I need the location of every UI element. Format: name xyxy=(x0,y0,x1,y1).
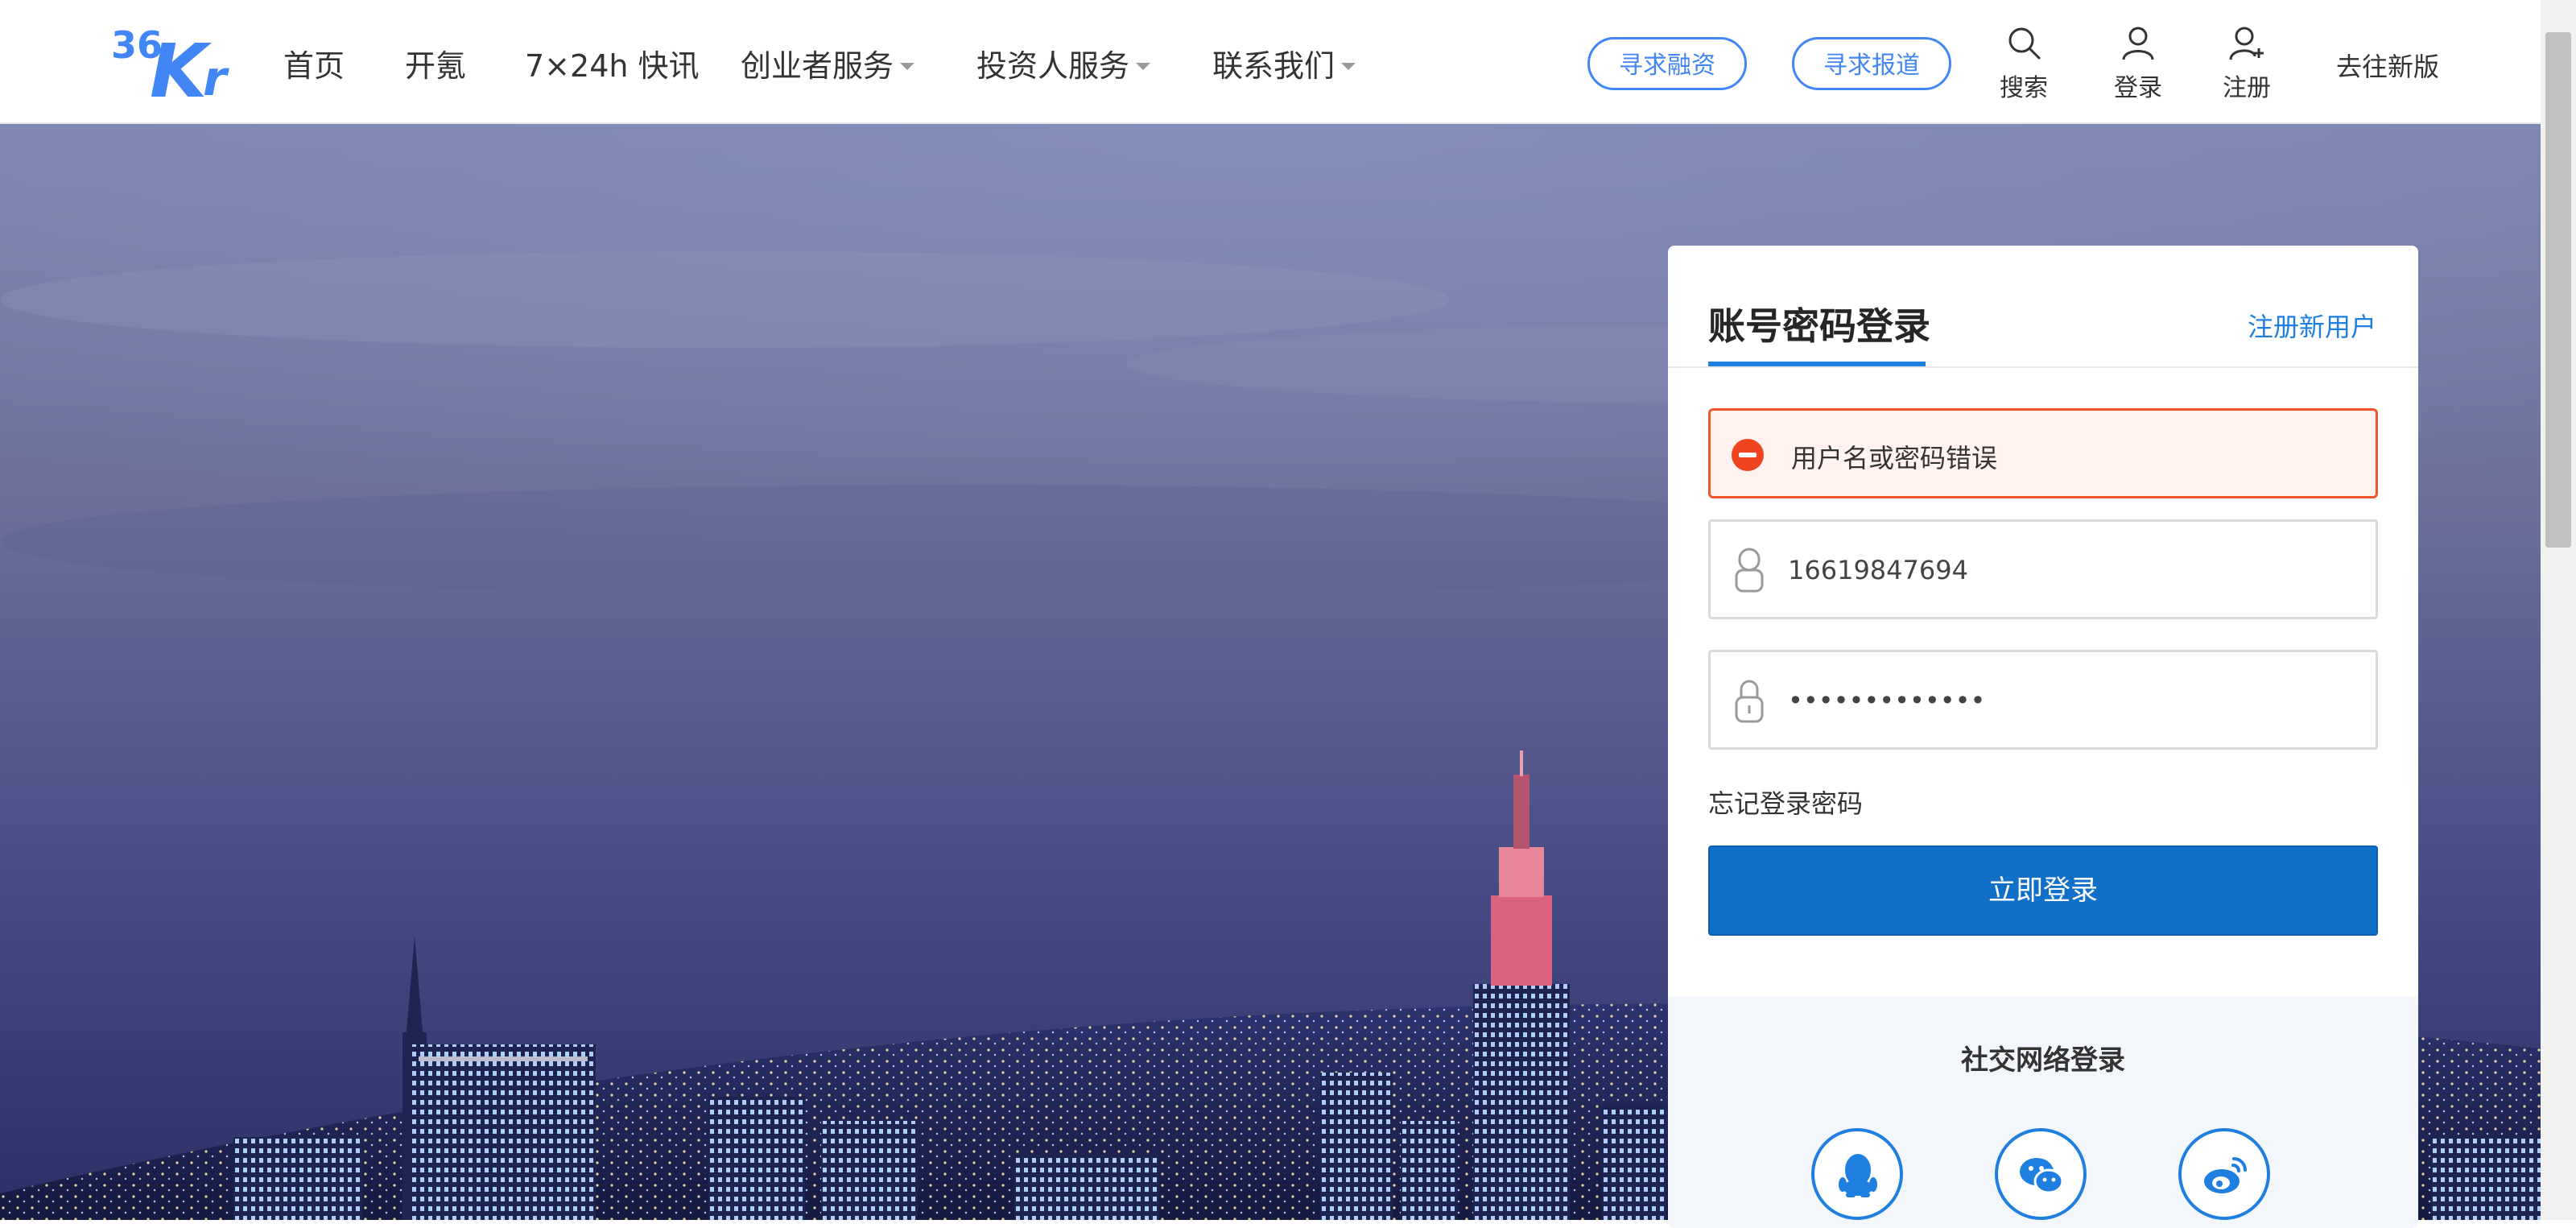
weibo-icon xyxy=(2204,1157,2247,1193)
nav-contact-us[interactable]: 联系我们 xyxy=(1212,42,1356,90)
search-label: 搜索 xyxy=(2000,74,2048,102)
seek-coverage-button[interactable]: 寻求报道 xyxy=(1792,37,1951,90)
login-label: 登录 xyxy=(2114,74,2162,102)
nav-investor-services[interactable]: 投资人服务 xyxy=(976,42,1151,90)
search-icon xyxy=(2008,27,2041,60)
search-button[interactable]: 搜索 xyxy=(1975,24,2072,103)
user-icon xyxy=(2122,27,2154,60)
nav-kaike[interactable]: 开氪 xyxy=(405,42,466,90)
nav-label: 创业者服务 xyxy=(741,48,894,84)
social-login-title: 社交网络登录 xyxy=(1961,1044,2125,1077)
nav-entrepreneur-services[interactable]: 创业者服务 xyxy=(741,42,915,90)
caret-down-icon xyxy=(1136,63,1151,70)
error-alert: 用户名或密码错误 xyxy=(1708,408,2378,498)
qq-login-button[interactable] xyxy=(1811,1128,1903,1220)
top-header: 36 K r 首页 开氪 7×24h 快讯 创业者服务 投资人服务 联系我们 寻… xyxy=(0,0,2541,124)
nav-label: 7×24h 快讯 xyxy=(525,48,700,84)
qq-icon xyxy=(1839,1154,1877,1197)
wechat-login-button[interactable] xyxy=(1995,1128,2087,1220)
lock-icon xyxy=(1735,680,1764,723)
login-tab-title[interactable]: 账号密码登录 xyxy=(1708,297,1930,350)
password-field xyxy=(1708,650,2378,750)
weibo-login-button[interactable] xyxy=(2178,1128,2270,1220)
wechat-icon xyxy=(2020,1158,2064,1194)
login-submit-button[interactable]: 立即登录 xyxy=(1708,846,2378,936)
caret-down-icon xyxy=(900,63,915,70)
login-button[interactable]: 登录 xyxy=(2090,24,2186,103)
username-input[interactable] xyxy=(1788,538,2351,602)
user-add-icon xyxy=(2229,27,2264,60)
user-outline-icon xyxy=(1735,548,1764,593)
logo-36kr[interactable]: 36 K r xyxy=(108,23,237,100)
register-new-user-link[interactable]: 注册新用户 xyxy=(2248,307,2376,344)
error-minus-icon xyxy=(1732,439,1764,471)
tab-divider xyxy=(1668,366,2418,368)
nav-label: 首页 xyxy=(283,48,345,84)
error-message: 用户名或密码错误 xyxy=(1791,443,1998,473)
caret-down-icon xyxy=(1341,63,1356,70)
nav-label: 投资人服务 xyxy=(976,48,1130,84)
password-input[interactable] xyxy=(1788,668,2351,733)
seek-funding-button[interactable]: 寻求融资 xyxy=(1587,37,1747,90)
forgot-password-link[interactable]: 忘记登录密码 xyxy=(1708,784,1863,821)
nav-newsflash[interactable]: 7×24h 快讯 xyxy=(525,42,700,90)
svg-text:r: r xyxy=(203,51,229,100)
social-login-section: 社交网络登录 xyxy=(1668,996,2418,1228)
nav-label: 开氪 xyxy=(405,48,467,84)
register-label: 注册 xyxy=(2223,74,2271,102)
nav-label: 联系我们 xyxy=(1212,48,1335,84)
username-field xyxy=(1708,519,2378,619)
nav-home[interactable]: 首页 xyxy=(283,42,345,90)
page-scrollbar[interactable] xyxy=(2541,0,2576,1220)
go-to-new-version-link[interactable]: 去往新版 xyxy=(2336,47,2439,84)
login-panel: 账号密码登录 注册新用户 用户名或密码错误 忘记登录密码 立即登录 社交网络登录 xyxy=(1668,246,2418,1228)
register-button[interactable]: 注册 xyxy=(2198,24,2295,103)
scrollbar-thumb[interactable] xyxy=(2545,32,2571,548)
